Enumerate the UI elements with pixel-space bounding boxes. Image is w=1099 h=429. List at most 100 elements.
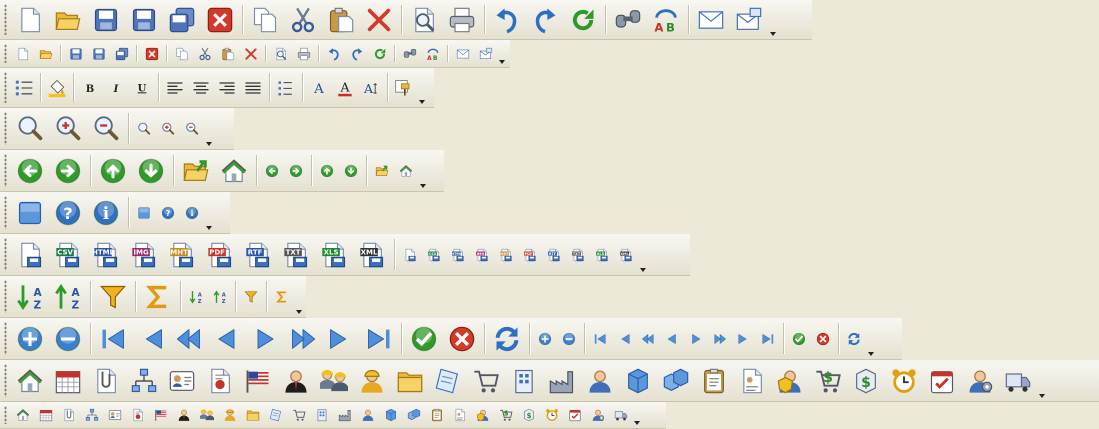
print-preview-button[interactable]	[405, 4, 443, 36]
toolbar-overflow-chevron-icon[interactable]	[294, 276, 304, 317]
tasks-button[interactable]	[923, 365, 961, 397]
find-button[interactable]	[609, 4, 647, 36]
open-up-button[interactable]	[370, 155, 394, 187]
zoom-button[interactable]	[132, 113, 156, 145]
certificate-button[interactable]	[201, 365, 239, 397]
money-button[interactable]: $	[517, 405, 540, 425]
toolbar-overflow-chevron-icon[interactable]	[497, 40, 507, 67]
sum-button[interactable]	[270, 281, 294, 313]
user-button[interactable]	[172, 405, 195, 425]
boxes-button[interactable]	[402, 405, 425, 425]
save-all-button[interactable]	[110, 44, 133, 64]
next-button[interactable]	[684, 323, 708, 355]
person-button[interactable]	[356, 405, 379, 425]
filter-button[interactable]	[239, 281, 263, 313]
user-settings-button[interactable]	[961, 365, 999, 397]
bullet-list-button[interactable]	[11, 74, 37, 102]
alarm-button[interactable]	[885, 365, 923, 397]
export-xml-button[interactable]: XML	[353, 239, 391, 271]
font-button[interactable]: A	[306, 74, 332, 102]
home-button[interactable]	[11, 405, 34, 425]
export-html-button[interactable]: HTML	[87, 239, 125, 271]
toolbar-overflow-chevron-icon[interactable]	[768, 0, 778, 39]
justify-button[interactable]	[240, 74, 266, 102]
person-button[interactable]	[581, 365, 619, 397]
export-mht-button[interactable]: MHT	[163, 239, 201, 271]
notes-button[interactable]	[264, 405, 287, 425]
folder-button[interactable]	[241, 405, 264, 425]
new-document-button[interactable]	[11, 44, 34, 64]
workers-button[interactable]	[315, 365, 353, 397]
zoom-out-button[interactable]	[87, 113, 125, 145]
toolbar-overflow-chevron-icon[interactable]	[204, 192, 214, 233]
back-button[interactable]	[11, 155, 49, 187]
new-document-button[interactable]	[11, 4, 49, 36]
help-button[interactable]: ?	[49, 197, 87, 229]
truck-button[interactable]	[999, 365, 1037, 397]
export-csv-button[interactable]: CSV	[422, 239, 446, 271]
flag-button[interactable]	[149, 405, 172, 425]
send-button[interactable]	[730, 4, 768, 36]
find-button[interactable]	[398, 44, 421, 64]
ok-button[interactable]	[405, 323, 443, 355]
toolbar-overflow-chevron-icon[interactable]	[866, 318, 876, 359]
font-color-button[interactable]: A	[332, 74, 358, 102]
alarm-button[interactable]	[540, 405, 563, 425]
copy-button[interactable]	[170, 44, 193, 64]
flag-button[interactable]	[239, 365, 277, 397]
attachment-button[interactable]	[87, 365, 125, 397]
add-button[interactable]	[11, 323, 49, 355]
open-folder-button[interactable]	[34, 44, 57, 64]
toolbar-overflow-chevron-icon[interactable]	[638, 234, 648, 275]
remove-button[interactable]	[557, 323, 581, 355]
sort-desc-button[interactable]: AZ	[208, 281, 232, 313]
box-button[interactable]	[379, 405, 402, 425]
bold-button[interactable]: B	[77, 74, 103, 102]
zoom-button[interactable]	[11, 113, 49, 145]
next-button[interactable]	[246, 323, 284, 355]
admin-button[interactable]	[471, 405, 494, 425]
open-up-button[interactable]	[177, 155, 215, 187]
export-pdf-button[interactable]: PDF	[518, 239, 542, 271]
toolbar-grip[interactable]	[4, 72, 7, 103]
save-button[interactable]	[87, 4, 125, 36]
fast-forward-button[interactable]	[708, 323, 732, 355]
spell-check-button[interactable]: AB	[647, 4, 685, 36]
export-mht-button[interactable]: MHT	[494, 239, 518, 271]
add-button[interactable]	[533, 323, 557, 355]
factory-button[interactable]	[543, 365, 581, 397]
print-button[interactable]	[292, 44, 315, 64]
cart-button[interactable]	[467, 365, 505, 397]
save-as-button[interactable]	[125, 4, 163, 36]
forward-button[interactable]	[49, 155, 87, 187]
toolbar-grip[interactable]	[4, 280, 7, 313]
export-img-button[interactable]: IMG	[125, 239, 163, 271]
building-button[interactable]	[505, 365, 543, 397]
align-center-button[interactable]	[188, 74, 214, 102]
cart-money-button[interactable]: $	[494, 405, 517, 425]
toolbar-grip[interactable]	[4, 196, 7, 229]
sync-button[interactable]	[488, 323, 526, 355]
remove-button[interactable]	[49, 323, 87, 355]
paste-button[interactable]	[216, 44, 239, 64]
export-xls-button[interactable]: XLS	[315, 239, 353, 271]
workers-button[interactable]	[195, 405, 218, 425]
forward-button[interactable]	[284, 155, 308, 187]
worker-button[interactable]	[218, 405, 241, 425]
print-button[interactable]	[443, 4, 481, 36]
toolbar-overflow-chevron-icon[interactable]	[204, 108, 214, 149]
cart-money-button[interactable]: $	[809, 365, 847, 397]
down-button[interactable]	[339, 155, 363, 187]
save-all-button[interactable]	[163, 4, 201, 36]
delete-button[interactable]	[360, 4, 398, 36]
toolbar-grip[interactable]	[4, 406, 7, 424]
box-button[interactable]	[619, 365, 657, 397]
sum-button[interactable]	[139, 281, 177, 313]
boxes-button[interactable]	[657, 365, 695, 397]
email-button[interactable]	[451, 44, 474, 64]
export-csv-button[interactable]: CSV	[49, 239, 87, 271]
export-button[interactable]	[398, 239, 422, 271]
home-button[interactable]	[394, 155, 418, 187]
fast-forward-button[interactable]	[284, 323, 322, 355]
rewind-button[interactable]	[636, 323, 660, 355]
